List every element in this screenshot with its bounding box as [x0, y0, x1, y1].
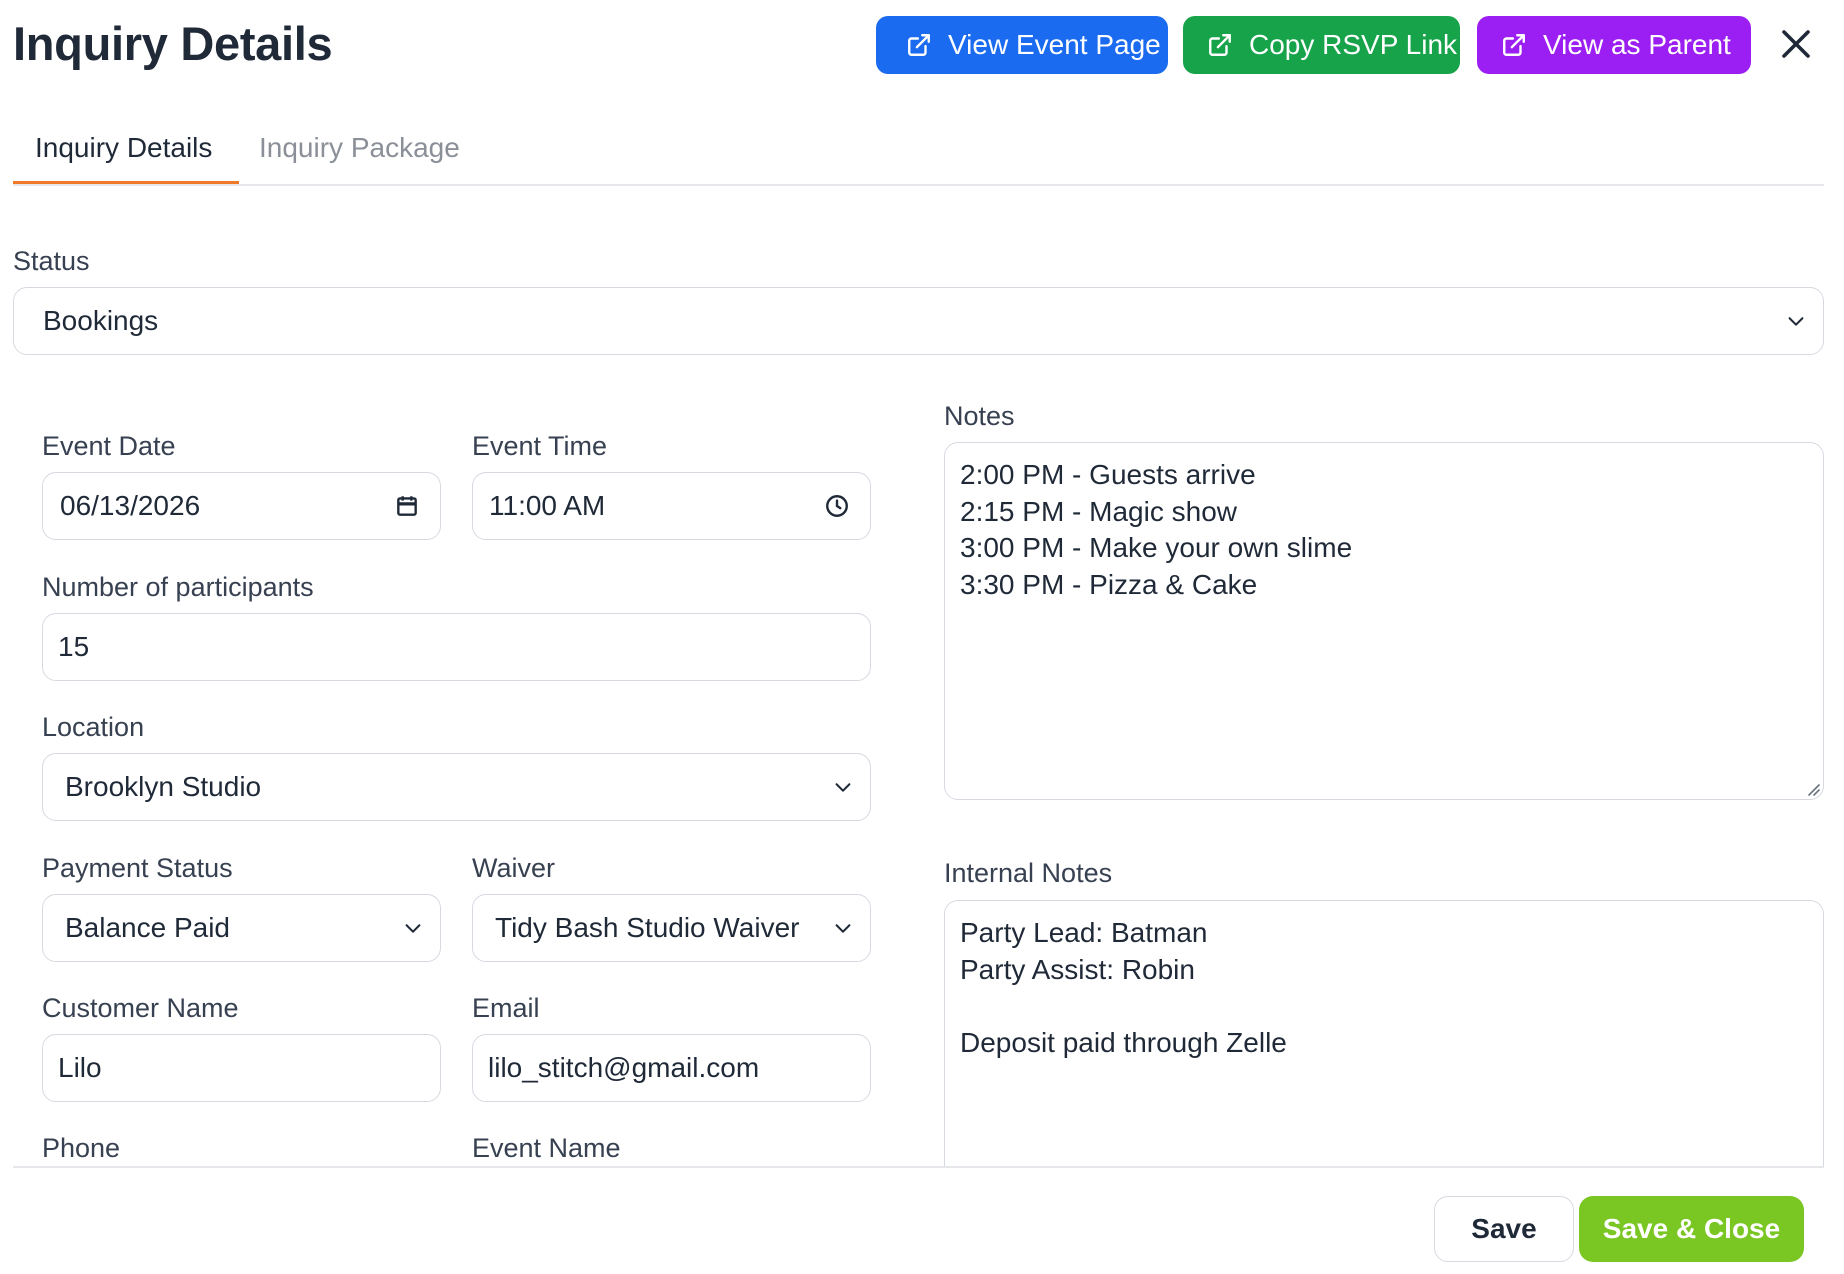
email-label: Email: [472, 993, 540, 1023]
notes-line: 3:00 PM - Make your own slime: [960, 532, 1353, 563]
location-select[interactable]: Brooklyn Studio: [42, 753, 871, 821]
internal-notes-line: Party Assist: Robin: [960, 953, 1195, 985]
event-date-label: Event Date: [42, 431, 176, 461]
email-input[interactable]: lilo_stitch@gmail.com: [472, 1034, 871, 1102]
customer-name-input[interactable]: Lilo: [42, 1034, 441, 1102]
notes-textarea[interactable]: 2:00 PM - Guests arrive 2:15 PM - Magic …: [944, 442, 1824, 800]
internal-notes-line: [960, 988, 1808, 1025]
event-date-value: 06/13/2026: [60, 490, 201, 521]
external-link-icon: [1503, 34, 1525, 56]
participants-value: 15: [58, 631, 90, 662]
chevron-down-icon: [835, 783, 851, 792]
event-time-input[interactable]: 11:00 AM: [472, 472, 871, 540]
internal-notes-line: Party Lead: Batman: [960, 917, 1208, 948]
modal-title: Inquiry Details: [13, 17, 333, 70]
payment-status-value: Balance Paid: [65, 912, 231, 943]
copy-rsvp-link-label: Copy RSVP Link: [1249, 29, 1458, 60]
payment-status-label: Payment Status: [42, 853, 233, 883]
internal-notes-line: Deposit paid through Zelle: [960, 1026, 1287, 1058]
clock-icon[interactable]: [824, 493, 850, 519]
notes-line: 2:00 PM - Guests arrive: [960, 459, 1256, 490]
external-link-icon: [1209, 34, 1231, 56]
chevron-down-icon: [405, 924, 421, 933]
tab-inquiry-package[interactable]: Inquiry Package: [259, 132, 460, 164]
customer-name-value: Lilo: [58, 1052, 102, 1083]
tab-bar: Inquiry Details Inquiry Package: [13, 120, 1824, 186]
notes-line: 2:15 PM - Magic show: [960, 495, 1237, 527]
calendar-icon[interactable]: [394, 493, 420, 519]
active-tab-indicator: [13, 181, 239, 184]
participants-input[interactable]: 15: [42, 613, 871, 681]
view-as-parent-label: View as Parent: [1543, 29, 1731, 60]
chevron-down-icon: [1788, 317, 1804, 326]
close-icon[interactable]: [1778, 26, 1814, 62]
participants-label: Number of participants: [42, 572, 314, 602]
save-and-close-button[interactable]: Save & Close: [1579, 1196, 1804, 1262]
status-select[interactable]: Bookings: [13, 287, 1824, 355]
resize-handle-icon[interactable]: [1803, 779, 1821, 797]
email-value: lilo_stitch@gmail.com: [488, 1052, 760, 1083]
payment-status-select[interactable]: Balance Paid: [42, 894, 441, 962]
status-value: Bookings: [43, 305, 159, 336]
phone-label: Phone: [42, 1133, 121, 1163]
location-label: Location: [42, 712, 145, 742]
event-time-value: 11:00 AM: [489, 490, 606, 521]
copy-rsvp-link-button[interactable]: Copy RSVP Link: [1183, 16, 1460, 74]
waiver-label: Waiver: [472, 853, 556, 883]
external-link-icon: [908, 34, 930, 56]
notes-label: Notes: [944, 401, 1015, 431]
waiver-select[interactable]: Tidy Bash Studio Waiver: [472, 894, 871, 962]
waiver-value: Tidy Bash Studio Waiver: [495, 912, 800, 943]
customer-name-label: Customer Name: [42, 993, 239, 1023]
status-label: Status: [13, 246, 90, 276]
location-value: Brooklyn Studio: [65, 771, 262, 802]
internal-notes-label: Internal Notes: [944, 858, 1113, 888]
tab-inquiry-details[interactable]: Inquiry Details: [35, 132, 212, 164]
event-time-label: Event Time: [472, 431, 608, 461]
save-button[interactable]: Save: [1434, 1196, 1574, 1262]
view-event-page-button[interactable]: View Event Page: [876, 16, 1168, 74]
internal-notes-textarea[interactable]: Party Lead: Batman Party Assist: Robin D…: [944, 900, 1824, 1180]
footer-divider: [13, 1166, 1824, 1168]
view-as-parent-button[interactable]: View as Parent: [1477, 16, 1751, 74]
view-event-page-label: View Event Page: [948, 29, 1161, 60]
event-date-input[interactable]: 06/13/2026: [42, 472, 441, 540]
chevron-down-icon: [835, 924, 851, 933]
event-name-label: Event Name: [472, 1133, 621, 1163]
notes-line: 3:30 PM - Pizza & Cake: [960, 568, 1258, 600]
